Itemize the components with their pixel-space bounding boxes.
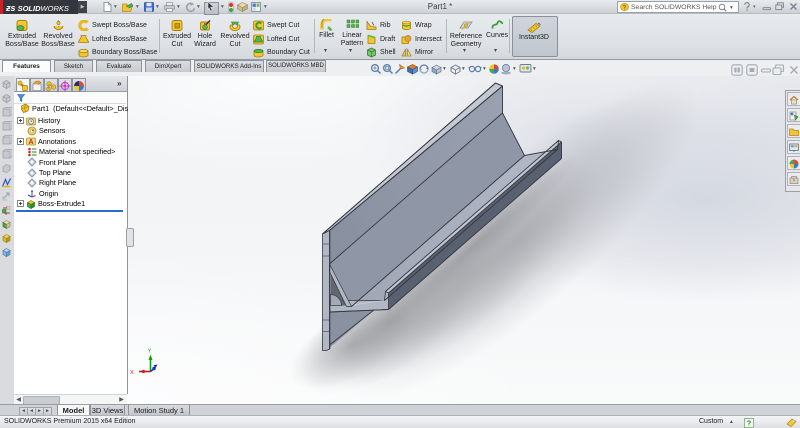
svg-text:A: A — [28, 139, 33, 146]
svg-text:?: ? — [747, 420, 751, 427]
svg-text:?: ? — [623, 6, 627, 12]
